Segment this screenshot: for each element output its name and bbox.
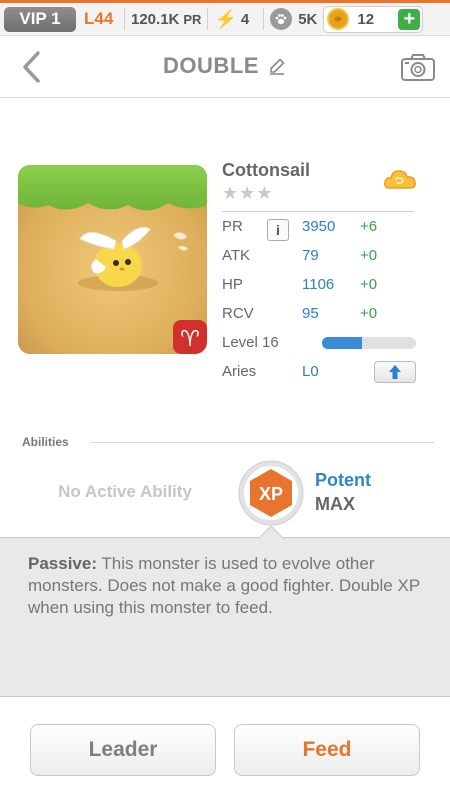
stat-delta: +0 bbox=[360, 276, 378, 293]
stat-label: PR bbox=[222, 218, 243, 235]
divider bbox=[90, 442, 434, 443]
stat-label: ATK bbox=[222, 247, 251, 264]
stat-delta: +6 bbox=[360, 218, 378, 235]
stat-label: RCV bbox=[222, 305, 254, 322]
stat-row: HP 1106 +0 bbox=[222, 270, 422, 299]
stat-label: HP bbox=[222, 276, 243, 293]
xp-ability-icon[interactable]: XP bbox=[238, 460, 304, 526]
paw-counter[interactable]: 5K bbox=[270, 8, 317, 30]
arrow-up-icon[interactable] bbox=[374, 360, 416, 383]
abilities-label: Abilities bbox=[22, 435, 69, 449]
coin-counter[interactable]: 12 + bbox=[323, 5, 424, 33]
stat-delta: +0 bbox=[360, 305, 378, 322]
leader-button[interactable]: Leader bbox=[30, 724, 216, 776]
status-bar: VIP 1 L44 120.1K PR ⚡ 4 5K 12 + bbox=[0, 3, 450, 36]
ability-rank: MAX bbox=[315, 494, 355, 514]
sign-row: Aries L0 bbox=[222, 357, 422, 386]
passive-label: Passive: bbox=[28, 554, 97, 573]
camera-icon[interactable] bbox=[400, 52, 436, 82]
energy-counter[interactable]: ⚡ 4 bbox=[214, 9, 249, 30]
ability-name: Potent bbox=[315, 470, 371, 490]
vip-badge[interactable]: VIP 1 bbox=[4, 6, 76, 32]
level-progress-bar bbox=[322, 336, 416, 349]
page-title: DOUBLE bbox=[163, 53, 259, 78]
info-button[interactable]: i bbox=[267, 219, 289, 241]
svg-text:♈: ♈ bbox=[180, 327, 200, 352]
coin-value: 12 bbox=[357, 10, 375, 28]
zodiac-sign[interactable]: Aries bbox=[222, 363, 302, 380]
coin-icon bbox=[327, 8, 350, 30]
paw-value: 5K bbox=[298, 10, 318, 28]
level-row: Level 16 bbox=[222, 328, 422, 357]
divider bbox=[207, 8, 209, 30]
page-header: DOUBLE bbox=[0, 36, 450, 98]
divider bbox=[124, 8, 125, 30]
stat-delta: +0 bbox=[360, 247, 378, 264]
plus-icon[interactable]: + bbox=[398, 8, 421, 30]
level-progress-fill bbox=[322, 336, 363, 349]
stat-value: 95 bbox=[302, 305, 319, 322]
stat-row: RCV 95 +0 bbox=[222, 299, 422, 328]
pencil-icon[interactable] bbox=[267, 56, 287, 76]
stat-value: 3950 bbox=[302, 218, 336, 235]
monster-portrait[interactable]: ♈ bbox=[18, 165, 207, 354]
title-wrap: DOUBLE bbox=[0, 53, 450, 79]
active-ability: No Active Ability bbox=[58, 482, 192, 501]
zodiac-level: L0 bbox=[302, 363, 319, 380]
energy-value: 4 bbox=[240, 10, 250, 28]
paw-icon bbox=[270, 8, 293, 30]
xp-badge-text: XP bbox=[259, 484, 283, 504]
stat-row: PR 3950 +6 bbox=[222, 212, 422, 241]
stat-value: 1106 bbox=[302, 276, 335, 293]
stat-value: 79 bbox=[302, 247, 319, 264]
level-label: Level 16 bbox=[222, 334, 279, 351]
monster-info: Cottonsail ★★★ PR 3950 +6 ATK 79 +0 HP 1… bbox=[222, 160, 422, 386]
power-unit: PR bbox=[183, 11, 202, 27]
player-level: L44 bbox=[84, 9, 114, 28]
passive-description: Passive: This monster is used to evolve … bbox=[28, 553, 438, 619]
divider bbox=[263, 8, 265, 30]
feed-button[interactable]: Feed bbox=[234, 724, 420, 776]
power-value: 120.1K bbox=[131, 10, 180, 28]
stat-row: ATK 79 +0 bbox=[222, 241, 422, 270]
panel-pointer bbox=[256, 525, 286, 540]
lightning-icon: ⚡ bbox=[214, 8, 237, 29]
cloud-icon bbox=[382, 166, 418, 196]
power-rating: 120.1K PR bbox=[131, 11, 201, 28]
